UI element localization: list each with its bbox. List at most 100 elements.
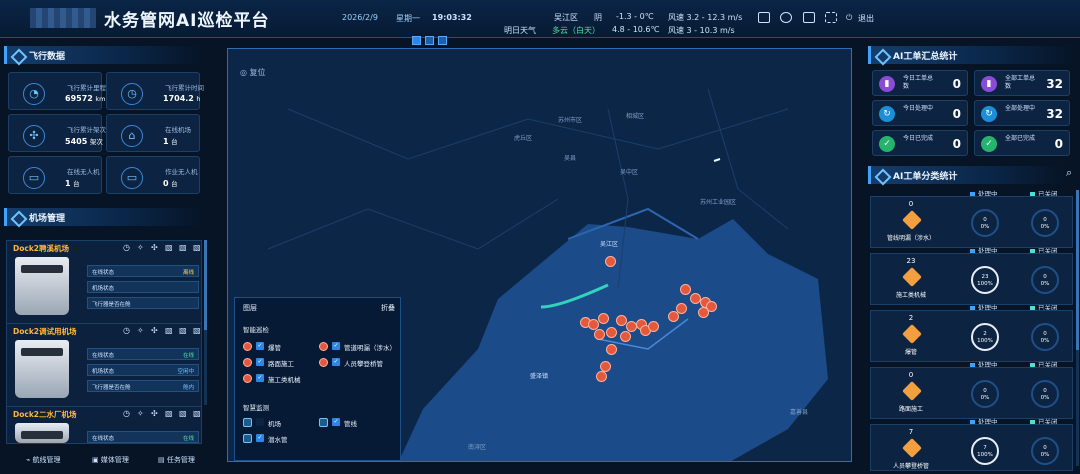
place-label: 苏州市区 [558,117,583,124]
tomorrow-temp: 4.8 - 10.6℃ [612,25,660,34]
fullscreen-icon[interactable] [825,12,837,23]
video-icon[interactable]: ◷ [123,243,130,252]
gauge-icon: ◔ [23,83,45,105]
alert-marker[interactable] [606,327,617,338]
alert-marker[interactable] [706,301,717,312]
processing-percent: 0% [980,224,990,230]
dock-status-row: 在线状态 在线 [87,348,199,360]
layer-checkbox[interactable]: ✓ [332,418,340,426]
today-temp: -1.3 - 0℃ [616,12,654,21]
alert-marker[interactable] [606,344,617,355]
dock-card[interactable]: Dock2调试用机场 ◷ ✧ ✣ ▧ ▧ ▧ 在线状态 在线 机场状态 空闲中 飞行器是否在舱 舱内 [6,323,202,407]
check-icon: ✓ [879,136,895,152]
today-weather: 阴 [594,13,602,22]
flight-stat-card: ✣ 飞行累计架次 5405 架次 [8,114,106,152]
status-label: 机场状态 [92,286,115,292]
video-icon[interactable]: ◷ [123,409,130,418]
nav-media-management[interactable]: ▣ 媒体管理 [92,455,129,465]
alert-marker[interactable] [668,311,679,322]
image-icon[interactable]: ▧ [193,326,201,335]
image-icon[interactable]: ▧ [165,326,173,335]
dock-card[interactable]: Dock2聘溪机场 ◷ ✧ ✣ ▧ ▧ ▧ 在线状态 离线 机场状态 飞行器是否在舱 [6,240,202,324]
summary-card: ✓ 今日已完成 0 [872,130,968,156]
top-header: 水务管网AI巡检平台 2026/2/9 星期一 19:03:32 明日天气 吴江… [0,0,1080,38]
nav-task-management[interactable]: ▤ 任务管理 [158,455,195,465]
image-icon[interactable]: ▧ [179,243,187,252]
hangar-icon: ⌂ [121,125,143,147]
alert-marker[interactable] [598,313,609,324]
stat-unit: 台 [73,180,80,188]
stat-unit: km [95,95,106,103]
layer-checkbox[interactable]: ✓ [332,358,340,366]
image-icon[interactable]: ▧ [165,409,173,418]
summary-value: 0 [952,107,961,121]
alert-marker[interactable] [596,371,607,382]
layer-checkbox[interactable]: ✓ [256,358,264,366]
clock-icon: ◷ [121,83,143,105]
drone-view-icon[interactable] [780,12,792,23]
image-icon[interactable]: ▧ [179,326,187,335]
reset-button[interactable]: ◎ 复位 [240,67,266,78]
search-icon[interactable]: ⌕ [1066,166,1072,180]
stat-label: 作业无人机 [165,168,198,176]
alert-marker[interactable] [680,284,691,295]
dock-status-row: 在线状态 离线 [87,265,199,277]
page-dot-3[interactable] [438,36,447,45]
check-icon: ✓ [981,136,997,152]
closed-value: 0 [1043,331,1047,337]
category-scrollbar[interactable] [1076,190,1079,466]
machinery-icon [243,374,252,383]
closed-percent: 0% [1040,395,1050,401]
place-label: 虎丘区 [514,135,533,142]
page-switcher[interactable] [412,36,451,47]
drone-icon[interactable]: ✣ [151,243,158,252]
bar-chart-icon: ▮ [981,76,997,92]
map-view[interactable]: ◎ 复位 吴江区 吴中区 南浔区 嘉善县 苏州市区 虎丘区 相城区 苏州工业园区… [227,48,852,462]
drone-icon[interactable]: ✣ [151,326,158,335]
place-label: 盛泽镇 [530,373,549,380]
summary-value: 32 [1046,107,1063,121]
page-dot-2[interactable] [425,36,434,45]
exit-button[interactable]: 退出 [858,13,874,24]
drone-icon[interactable]: ✣ [151,409,158,418]
monitor-icon[interactable] [758,12,770,23]
category-name: 路面施工 [898,406,923,413]
stat-unit: h [196,95,201,103]
alert-marker[interactable] [605,256,616,267]
screen-icon[interactable] [803,12,815,23]
summary-card: ▮ 全部工单总数 32 [974,70,1070,96]
closed-percent: 0% [1040,281,1050,287]
alert-marker[interactable] [594,329,605,340]
summary-value: 0 [952,77,961,91]
image-icon[interactable]: ▧ [165,243,173,252]
layer-checkbox[interactable]: ✓ [332,342,340,350]
layer-checkbox[interactable]: ✓ [256,342,264,350]
closed-ring: 0 0% [1031,323,1059,351]
flight-stat-card: ▭ 作业无人机 0 台 [106,156,200,194]
alert-marker[interactable] [620,331,631,342]
nav-route-management[interactable]: ⌁ 航线管理 [26,455,60,465]
video-icon[interactable]: ◷ [123,326,130,335]
target-icon[interactable]: ✧ [137,326,144,335]
place-label: 南浔区 [468,444,487,451]
layer-checkbox[interactable] [256,418,264,426]
target-icon[interactable]: ✧ [137,243,144,252]
alert-marker[interactable] [648,321,659,332]
target-icon[interactable]: ✧ [137,409,144,418]
layer-label: 潜水管 [268,436,288,444]
layer-checkbox[interactable]: ✓ [256,374,264,382]
stat-value: 69572 km [65,94,106,103]
image-icon[interactable]: ▧ [179,409,187,418]
image-icon[interactable]: ▧ [193,409,201,418]
image-icon[interactable]: ▧ [193,243,201,252]
power-icon[interactable]: ⏻ [846,13,852,23]
stat-unit: 架次 [89,138,103,146]
dock-scrollbar[interactable] [204,240,207,405]
layer-checkbox[interactable]: ✓ [256,434,264,442]
page-dot-1[interactable] [412,36,421,45]
collapse-button[interactable]: 折叠 [381,303,395,313]
summary-label: 全部工单总数 [1005,75,1036,90]
tomorrow-wind: 风速 3 - 10.3 m/s [668,26,735,35]
layer-label: 施工类机械 [268,376,301,384]
dock-card[interactable]: Dock2二水厂机场 ◷ ✧ ✣ ▧ ▧ ▧ 在线状态 在线 [6,406,202,444]
